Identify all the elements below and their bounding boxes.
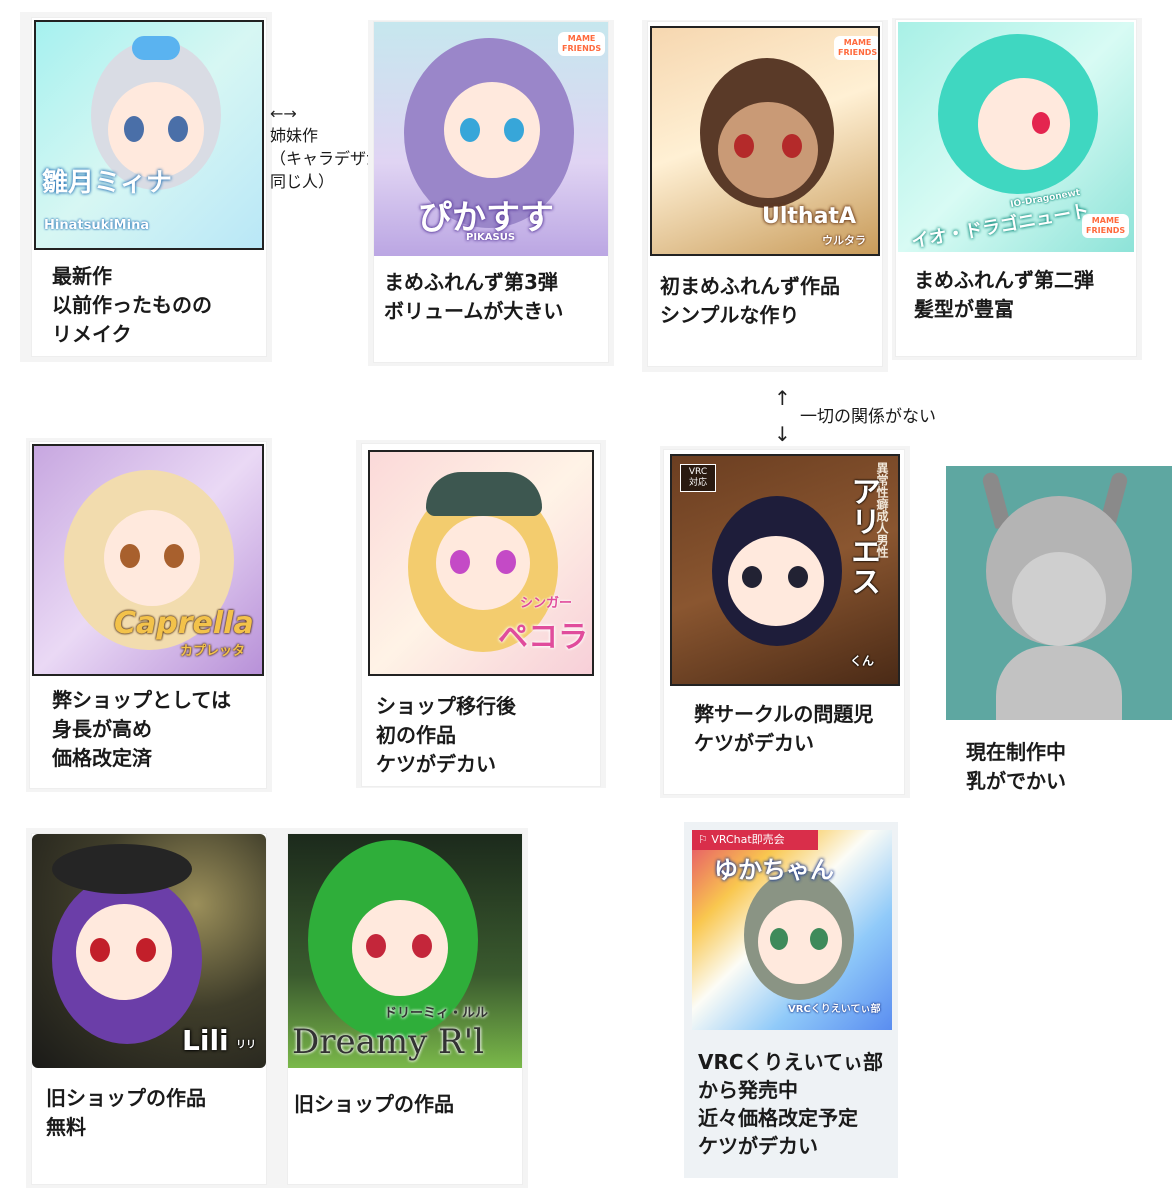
sister-arrow: ←→	[270, 104, 297, 123]
product-card-dreamy[interactable]: ドリーミィ・ルル Dreamy R'l 旧ショップの作品	[288, 834, 522, 1184]
character-eye	[788, 566, 808, 588]
product-logo: Caprella	[114, 606, 254, 641]
product-logo: ゆかちゃん	[714, 856, 834, 884]
character-eye	[734, 134, 754, 158]
model-body	[996, 646, 1122, 720]
product-card-pecora[interactable]: シンガー ペコラ ショップ移行後 初の作品 ケツがデカい	[362, 444, 600, 786]
vrc-compatible-badge: VRC 対応	[680, 464, 716, 492]
beret	[52, 844, 192, 894]
product-card-pikasus[interactable]: MAME FRIENDS ぴかすす PIKASUS まめふれんず第3弾 ボリューム…	[374, 22, 608, 362]
event-banner: ⚐ VRChat即売会	[692, 830, 818, 850]
product-logo: Lili	[182, 1024, 229, 1057]
character-eye	[124, 116, 144, 142]
product-card-io[interactable]: MAME FRIENDS イオ・ドラゴニュート IO-Dragonewt まめふれ…	[896, 20, 1136, 356]
unrelated-arrow-down: ↓	[774, 422, 791, 446]
product-logo-sub: ウルタラ	[822, 234, 866, 247]
product-logo: Dreamy R'l	[292, 1022, 484, 1062]
character-eye	[90, 938, 110, 962]
character-face	[104, 510, 200, 606]
product-caption: 現在制作中 乳がでかい	[966, 740, 1066, 793]
product-image-io[interactable]: MAME FRIENDS イオ・ドラゴニュート IO-Dragonewt	[898, 22, 1134, 252]
character-face	[978, 78, 1070, 170]
character-eye	[120, 544, 140, 568]
product-logo-sub: VRCくりえいてぃ部	[788, 1004, 881, 1015]
character-eye	[412, 934, 432, 958]
product-caption: 最新作 以前作ったものの リメイク	[52, 264, 212, 346]
product-image-ulthata[interactable]: MAME FRIENDS UlthatA ウルタラ	[650, 26, 880, 256]
product-logo-sub: HinatsukiMina	[44, 218, 150, 233]
product-image-yukachan[interactable]: ⚐ VRChat即売会 ゆかちゃん VRCくりえいてぃ部	[692, 830, 892, 1030]
character-eye	[450, 550, 470, 574]
unrelated-note: 一切の関係がない	[800, 407, 936, 427]
character-eye	[460, 118, 480, 142]
product-image-mina[interactable]: 雛月ミィナ HinatsukiMina	[34, 20, 264, 250]
product-caption: ショップ移行後 初の作品 ケツがデカい	[376, 694, 516, 776]
product-caption: 旧ショップの作品 無料	[46, 1086, 206, 1139]
product-card-lili[interactable]: Lili リリ 旧ショップの作品 無料	[32, 834, 266, 1184]
product-logo-sub: ドリーミィ・ルル	[384, 1006, 489, 1021]
product-image-dreamy[interactable]: ドリーミィ・ルル Dreamy R'l	[288, 834, 522, 1068]
product-card-caprella[interactable]: Caprella カプレッタ 弊ショップとしては 身長が高め 価格改定済	[30, 442, 266, 788]
character-eye	[770, 928, 788, 950]
product-caption: 弊サークルの問題児 ケツがデカい	[694, 702, 874, 755]
sister-note: 姉妹作 （キャラデザが 同じ人）	[270, 126, 383, 191]
product-card-mina[interactable]: 雛月ミィナ HinatsukiMina 最新作 以前作ったものの リメイク	[32, 18, 266, 356]
product-card-ulthata[interactable]: MAME FRIENDS UlthatA ウルタラ 初まめふれんず作品 シンプルな…	[648, 22, 882, 366]
unrelated-arrow-up: ↑	[774, 386, 791, 410]
character-eye	[782, 134, 802, 158]
product-image-pikasus[interactable]: MAME FRIENDS ぴかすす PIKASUS	[374, 22, 608, 256]
character-face	[444, 82, 540, 178]
product-card-yukachan[interactable]: ⚐ VRChat即売会 ゆかちゃん VRCくりえいてぃ部 VRCくりえいてぃ部 …	[688, 826, 894, 1176]
mame-friends-badge: MAME FRIENDS	[834, 36, 878, 60]
character-eye	[168, 116, 188, 142]
product-image-lili[interactable]: Lili リリ	[32, 834, 266, 1068]
product-logo: アリエス	[845, 476, 880, 596]
character-eye	[366, 934, 386, 958]
product-caption: VRCくりえいてぃ部 から発売中 近々価格改定予定 ケツがデカい	[698, 1050, 883, 1158]
character-eye	[742, 566, 762, 588]
mame-friends-badge: MAME FRIENDS	[558, 32, 606, 56]
character-eye	[1032, 112, 1050, 134]
character-eye	[496, 550, 516, 574]
product-logo-sub: カプレッタ	[180, 644, 246, 659]
character-eye	[164, 544, 184, 568]
product-logo: 雛月ミィナ	[42, 168, 173, 198]
product-logo-sub: リリ	[236, 1040, 256, 1051]
product-caption: まめふれんず第二弾 髪型が豊富	[914, 268, 1094, 321]
product-caption: 初まめふれんず作品 シンプルな作り	[660, 274, 840, 327]
product-logo: ペコラ	[498, 620, 588, 655]
flag-icon: ⚐	[698, 833, 712, 846]
product-image-pecora[interactable]: シンガー ペコラ	[368, 450, 594, 676]
character-eye	[810, 928, 828, 950]
product-caption: まめふれんず第3弾 ボリュームが大きい	[384, 270, 564, 323]
character-eye	[504, 118, 524, 142]
character-eye	[136, 938, 156, 962]
bow-ornament	[132, 36, 180, 60]
product-card-aries[interactable]: VRC 対応 異常性癖成人男性 アリエス くん 弊サークルの問題児 ケツがデカい	[664, 450, 904, 794]
product-logo-sub: PIKASUS	[466, 232, 516, 243]
product-caption: 旧ショップの作品	[294, 1092, 454, 1116]
product-logo: イオ・ドラゴニュート	[909, 200, 1091, 252]
product-logo-sub: くん	[850, 654, 875, 668]
model-face	[1012, 552, 1106, 646]
product-logo-sub: シンガー	[520, 596, 573, 611]
nun-veil	[426, 472, 542, 516]
product-image-caprella[interactable]: Caprella カプレッタ	[32, 444, 264, 676]
work-in-progress-image[interactable]	[946, 466, 1172, 720]
product-caption: 弊ショップとしては 身長が高め 価格改定済	[52, 688, 231, 770]
character-face	[718, 102, 818, 198]
product-logo: UlthatA	[762, 204, 856, 229]
product-image-aries[interactable]: VRC 対応 異常性癖成人男性 アリエス くん	[670, 454, 900, 686]
